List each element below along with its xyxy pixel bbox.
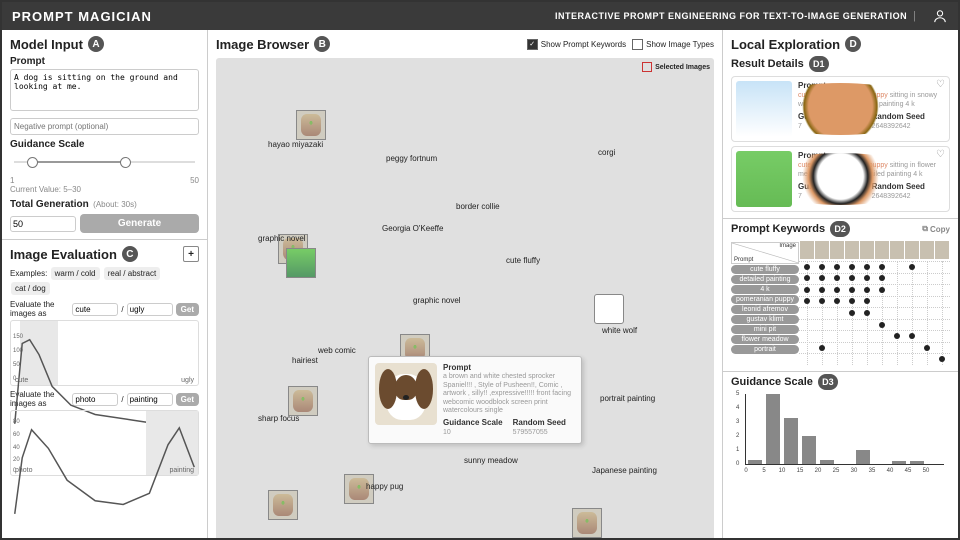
user-icon[interactable] [932, 8, 948, 24]
prompt-input[interactable]: A dog is sitting on the ground and looki… [10, 69, 199, 111]
img-thumb[interactable] [268, 490, 298, 520]
img-thumb[interactable] [288, 386, 318, 416]
keyword-pill[interactable]: mini pit [731, 325, 799, 334]
example-chip[interactable]: cat / dog [11, 282, 50, 295]
image-eval-panel: Image EvaluationC + Examples: warm / col… [2, 239, 207, 482]
tooltip-image [375, 363, 437, 425]
img-thumb[interactable] [572, 508, 602, 538]
model-input-panel: Model Input A Prompt A dog is sitting on … [2, 30, 207, 239]
total-input[interactable] [10, 216, 76, 232]
prompt-keywords-title: Prompt Keywords [731, 223, 825, 235]
keyword-pill[interactable]: gustav klimt [731, 315, 799, 324]
heart-icon[interactable]: ♡ [936, 149, 945, 160]
guidance-bar-chart: 05101520253035404550012345 [745, 394, 944, 465]
keyword-pill[interactable]: portrait [731, 345, 799, 354]
show-keywords-checkbox[interactable]: ✓Show Prompt Keywords [527, 39, 626, 50]
heart-icon[interactable]: ♡ [936, 79, 945, 90]
eval-chart-2[interactable]: 806040200 photo painting [10, 410, 199, 476]
eval-a-input[interactable] [72, 303, 118, 316]
badge-d3: D3 [818, 374, 838, 390]
keyword-pill[interactable]: 4 k [731, 285, 799, 294]
brand: PROMPT MAGICIAN [12, 9, 152, 24]
result-card[interactable]: ♡ Promptcute fluffy pomeranian puppy sit… [731, 146, 950, 212]
result-image [736, 81, 792, 137]
show-types-checkbox[interactable]: Show Image Types [632, 39, 714, 50]
eval-row: Evaluate the images as / Get [10, 300, 199, 318]
eval-chart-1[interactable]: 150100500 cute ugly [10, 320, 199, 386]
img-thumb[interactable] [594, 294, 624, 324]
selected-legend: Selected Images [642, 62, 710, 72]
add-eval-button[interactable]: + [183, 246, 199, 262]
img-thumb[interactable] [296, 110, 326, 140]
prompt-label: Prompt [10, 56, 199, 67]
badge-d2: D2 [830, 221, 850, 237]
guidance-label: Guidance Scale [10, 139, 199, 150]
img-thumb[interactable] [286, 248, 316, 278]
badge-d1: D1 [809, 56, 829, 72]
result-details-title: Result Details [731, 58, 804, 70]
eval-b-input[interactable] [127, 303, 173, 316]
result-image [736, 151, 792, 207]
model-input-title: Model Input [10, 37, 83, 52]
guidance-current: Current Value: 5–30 [10, 185, 199, 194]
total-label: Total Generation [10, 199, 89, 210]
keyword-pill[interactable]: leonid afremov [731, 305, 799, 314]
keyword-pill[interactable]: detailed painting [731, 275, 799, 284]
keyword-pill[interactable]: flower meadow [731, 335, 799, 344]
guidance-range[interactable] [10, 152, 199, 176]
result-card[interactable]: ♡ Promptcute fluffy pomeranian puppy sit… [731, 76, 950, 142]
get-button[interactable]: Get [176, 303, 199, 316]
generate-button[interactable]: Generate [80, 214, 199, 233]
embedding-canvas[interactable]: Selected Images hayao miyazaki graphic n… [216, 58, 714, 538]
neg-prompt-input[interactable] [10, 118, 199, 135]
keyword-thumbs [799, 241, 950, 261]
example-chip[interactable]: real / abstract [104, 267, 160, 280]
image-browser-title: Image Browser [216, 37, 309, 52]
image-tooltip: Prompt a brown and white chested sprocke… [368, 356, 582, 444]
local-exploration-title: Local Exploration [731, 37, 840, 52]
keyword-pill[interactable]: cute fluffy [731, 265, 799, 274]
subtitle: INTERACTIVE PROMPT ENGINEERING FOR TEXT-… [555, 11, 907, 21]
app-header: PROMPT MAGICIAN INTERACTIVE PROMPT ENGIN… [2, 2, 958, 30]
badge-a: A [88, 36, 104, 52]
badge-c: C [122, 246, 138, 262]
badge-b: B [314, 36, 330, 52]
badge-d: D [845, 36, 861, 52]
keyword-pill[interactable]: pomeranian puppy [731, 295, 799, 304]
image-eval-title: Image Evaluation [10, 247, 117, 262]
copy-button[interactable]: ⧉Copy [922, 224, 950, 234]
example-chip[interactable]: warm / cold [51, 267, 100, 280]
keyword-matrix: ImagePrompt cute fluffy detailed paintin… [731, 241, 950, 365]
guidance-scale-title: Guidance Scale [731, 376, 813, 388]
